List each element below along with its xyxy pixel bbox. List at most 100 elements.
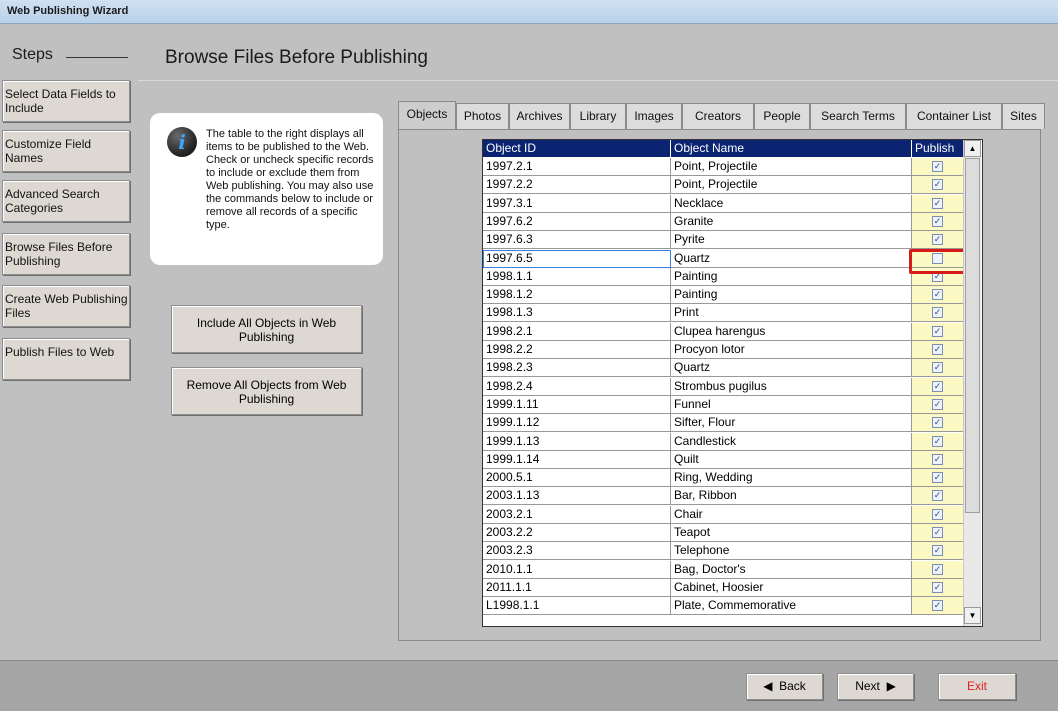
table-row[interactable]: 1998.2.4 Strombus pugilus ✓ [483,377,982,396]
table-row[interactable]: 1997.6.5 Quartz [483,249,982,268]
table-row[interactable]: 1998.2.1 Clupea harengus ✓ [483,322,982,341]
publish-checkbox-checked[interactable]: ✓ [932,472,943,484]
remove-all-button[interactable]: Remove All Objects from Web Publishing [171,367,362,415]
object-id-cell[interactable]: 1999.1.12 [483,414,671,433]
next-button[interactable]: Next ▶ [837,673,914,700]
publish-checkbox-checked[interactable]: ✓ [932,398,943,410]
step-publish-files[interactable]: Publish Files to Web [2,338,130,380]
object-id-cell[interactable]: 1999.1.14 [483,450,671,469]
object-id-cell[interactable]: 1997.6.2 [483,212,671,231]
publish-checkbox-checked[interactable]: ✓ [932,417,943,429]
object-name-cell[interactable]: Point, Projectile [671,158,912,176]
object-name-cell[interactable]: Teapot [671,524,912,542]
table-row[interactable]: 2000.5.1 Ring, Wedding ✓ [483,469,982,488]
object-id-cell[interactable]: 2011.1.1 [483,578,671,597]
tab-search-terms[interactable]: Search Terms [810,103,906,129]
object-name-cell[interactable]: Strombus pugilus [671,377,912,396]
table-row[interactable]: 2003.2.2 Teapot ✓ [483,524,982,542]
publish-checkbox-checked[interactable]: ✓ [932,344,943,355]
object-name-cell[interactable]: Bar, Ribbon [671,487,912,506]
publish-checkbox-checked[interactable]: ✓ [932,490,943,502]
object-name-cell[interactable]: Quartz [671,249,912,268]
include-all-button[interactable]: Include All Objects in Web Publishing [171,305,362,353]
tab-photos[interactable]: Photos [456,103,509,129]
object-id-cell[interactable]: 1997.6.3 [483,231,671,250]
table-row[interactable]: 2003.2.1 Chair ✓ [483,505,982,524]
object-name-cell[interactable]: Granite [671,212,912,231]
exit-button[interactable]: Exit [938,673,1016,700]
object-name-cell[interactable]: Pyrite [671,231,912,250]
table-row[interactable]: 1999.1.13 Candlestick ✓ [483,432,982,451]
publish-checkbox-checked[interactable]: ✓ [932,581,943,593]
object-name-cell[interactable]: Candlestick [671,432,912,451]
object-id-cell[interactable]: 2000.5.1 [483,469,671,488]
publish-checkbox-checked[interactable]: ✓ [932,215,943,227]
object-name-cell[interactable]: Clupea harengus [671,322,912,341]
step-advanced-search-categories[interactable]: Advanced Search Categories [2,180,130,222]
tab-library[interactable]: Library [570,103,626,129]
table-row[interactable]: 1998.2.3 Quartz ✓ [483,359,982,378]
object-name-cell[interactable]: Painting [671,267,912,286]
table-row[interactable]: 2003.2.3 Telephone ✓ [483,542,982,561]
object-id-cell[interactable]: 1998.2.4 [483,377,671,396]
publish-checkbox-checked[interactable]: ✓ [932,453,943,465]
publish-checkbox-checked[interactable]: ✓ [932,307,943,319]
col-header-object-id[interactable]: Object ID [483,140,671,158]
tab-objects[interactable]: Objects [398,101,456,129]
table-row[interactable]: 1997.2.2 Point, Projectile ✓ [483,176,982,195]
object-id-cell[interactable]: 2003.2.1 [483,505,671,524]
object-id-cell[interactable]: 1998.1.3 [483,304,671,323]
table-row[interactable]: 1998.1.1 Painting ✓ [483,267,982,286]
object-name-cell[interactable]: Necklace [671,194,912,213]
object-name-cell[interactable]: Painting [671,286,912,305]
object-name-cell[interactable]: Quilt [671,450,912,469]
table-row[interactable]: 2010.1.1 Bag, Doctor's ✓ [483,560,982,579]
publish-checkbox-checked[interactable]: ✓ [932,380,943,392]
object-name-cell[interactable]: Print [671,304,912,323]
object-name-cell[interactable]: Ring, Wedding [671,469,912,488]
table-row[interactable]: 1999.1.11 Funnel ✓ [483,395,982,414]
step-create-web-files[interactable]: Create Web Publishing Files [2,285,130,327]
publish-checkbox-checked[interactable]: ✓ [932,161,943,172]
object-name-cell[interactable]: Telephone [671,542,912,561]
table-row[interactable]: 2011.1.1 Cabinet, Hoosier ✓ [483,578,982,597]
publish-checkbox-checked[interactable]: ✓ [932,527,943,538]
publish-checkbox-checked[interactable]: ✓ [932,435,943,447]
object-id-cell[interactable]: 1998.2.2 [483,341,671,359]
object-name-cell[interactable]: Funnel [671,395,912,414]
scroll-up-icon[interactable]: ▲ [964,140,981,157]
object-id-cell[interactable]: L1998.1.1 [483,597,671,616]
table-row[interactable]: 2003.1.13 Bar, Ribbon ✓ [483,487,982,506]
tab-archives[interactable]: Archives [509,103,570,129]
object-id-cell[interactable]: 1998.1.1 [483,267,671,286]
tab-people[interactable]: People [754,103,810,129]
table-row[interactable]: 1998.2.2 Procyon lotor ✓ [483,341,982,359]
back-button[interactable]: ◀ Back [746,673,823,700]
table-row[interactable]: L1998.1.1 Plate, Commemorative ✓ [483,597,982,616]
object-name-cell[interactable]: Point, Projectile [671,176,912,195]
table-row[interactable]: 1997.3.1 Necklace ✓ [483,194,982,213]
publish-checkbox-checked[interactable]: ✓ [932,234,943,246]
publish-checkbox-checked[interactable]: ✓ [932,508,943,520]
object-name-cell[interactable]: Chair [671,505,912,524]
table-row[interactable]: 1997.6.3 Pyrite ✓ [483,231,982,250]
object-id-cell[interactable]: 2003.1.13 [483,487,671,506]
object-id-cell[interactable]: 1999.1.13 [483,432,671,451]
table-row[interactable]: 1998.1.3 Print ✓ [483,304,982,323]
object-name-cell[interactable]: Plate, Commemorative [671,597,912,616]
table-row[interactable]: 1999.1.14 Quilt ✓ [483,450,982,469]
object-id-cell[interactable]: 1997.2.2 [483,176,671,195]
tab-sites[interactable]: Sites [1002,103,1045,129]
object-name-cell[interactable]: Quartz [671,359,912,378]
tab-images[interactable]: Images [626,103,682,129]
object-id-cell[interactable]: 2010.1.1 [483,560,671,579]
object-name-cell[interactable]: Procyon lotor [671,341,912,359]
col-header-object-name[interactable]: Object Name [671,140,912,158]
tab-container-list[interactable]: Container List [906,103,1002,129]
object-id-cell[interactable]: 1998.1.2 [483,286,671,305]
object-id-cell[interactable]: 2003.2.2 [483,524,671,542]
publish-checkbox-checked[interactable]: ✓ [932,362,943,374]
step-select-data-fields[interactable]: Select Data Fields to Include [2,80,130,122]
publish-checkbox-checked[interactable]: ✓ [932,179,943,191]
publish-checkbox-checked[interactable]: ✓ [932,545,943,557]
